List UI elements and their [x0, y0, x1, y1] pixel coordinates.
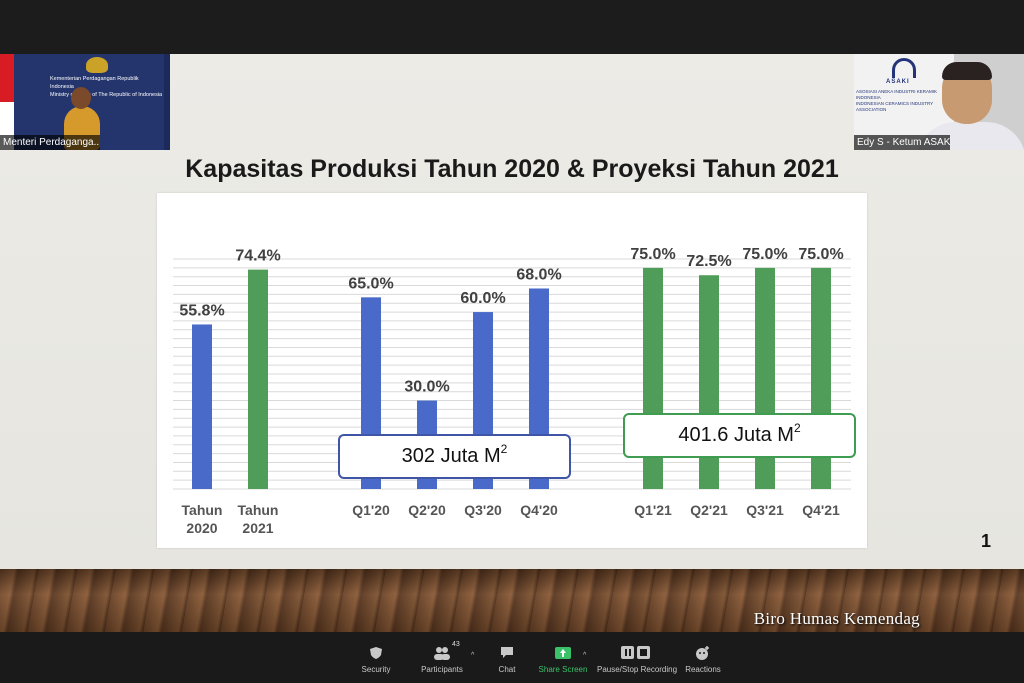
garuda-emblem-icon — [86, 57, 108, 73]
top-bar — [0, 0, 1024, 54]
data-label: 72.5% — [686, 253, 731, 270]
callout-2020-sup: 2 — [500, 441, 508, 456]
slide-number: 1 — [981, 531, 992, 551]
callout-2021-text: 401.6 Juta M — [678, 424, 794, 446]
chat-icon — [501, 647, 513, 658]
asaki-sub-line-1: ASOSIASI ANEKA INDUSTRI KERAMIK INDONESI… — [856, 89, 938, 100]
asaki-logo-icon — [892, 58, 916, 78]
security-button[interactable]: Security — [358, 646, 394, 674]
asaki-sub-line-2: INDONESIAN CERAMICS INDUSTRY ASSOCIATION — [856, 101, 934, 112]
category-label: Q3'21 — [746, 502, 784, 518]
participants-label: Participants — [421, 665, 463, 674]
asaki-logo-text: ASAKI — [886, 79, 910, 85]
data-label: 74.4% — [235, 248, 280, 265]
category-label: Tahun — [182, 502, 223, 518]
bar — [192, 324, 212, 489]
share-screen-label: Share Screen — [538, 665, 588, 674]
participants-button[interactable]: 43 Participants — [418, 641, 466, 674]
callout-2020-text: 302 Juta M — [401, 445, 501, 467]
share-caret-icon[interactable]: ^ — [583, 652, 586, 659]
data-label: 75.0% — [742, 246, 787, 263]
category-label: Q4'20 — [520, 502, 558, 518]
callout-2021-total: 401.6 Juta M2 — [623, 413, 856, 458]
banner-line-2: Ministry of Trade of The Republic of Ind… — [50, 92, 163, 98]
reactions-label: Reactions — [685, 665, 721, 674]
pause-stop-icon — [621, 646, 650, 659]
category-label: 2020 — [186, 520, 217, 536]
zoom-window: Biro Humas Kemendag Kapasitas Produksi T… — [0, 0, 1024, 683]
bar — [248, 269, 268, 489]
bar-chart: 55.8% Tahun 2020 74.4% Tahun 2021 65.0% Q1'20 30… — [173, 246, 851, 536]
category-label: Q2'21 — [690, 502, 728, 518]
participant-name-label: Edy S - Ketum ASAK... — [854, 135, 950, 150]
chart-panel: 55.8% Tahun 2020 74.4% Tahun 2021 65.0% Q1'20 30… — [157, 193, 867, 548]
participant-name-label: Menteri Perdaganga... — [0, 135, 100, 150]
category-label: Q3'20 — [464, 502, 502, 518]
callout-2020-total: 302 Juta M2 — [338, 434, 571, 479]
data-label: 55.8% — [179, 302, 224, 319]
category-label: Q1'21 — [634, 502, 672, 518]
meeting-toolbar: Security 43 Participants ^ Chat Share Sc… — [0, 632, 1024, 683]
category-label: 2021 — [242, 520, 273, 536]
record-button[interactable]: Pause/Stop Recording — [597, 646, 678, 674]
data-label: 68.0% — [516, 266, 561, 283]
chat-button[interactable]: Chat — [494, 646, 520, 674]
record-label: Pause/Stop Recording — [597, 665, 678, 674]
reactions-button[interactable]: Reactions — [684, 646, 722, 674]
emoji-plus-icon — [696, 646, 709, 660]
banner-line-1: Kementerian Perdagangan Republik Indones… — [50, 76, 139, 90]
data-label: 30.0% — [404, 379, 449, 396]
data-label: 65.0% — [348, 275, 393, 292]
participants-count: 43 — [452, 641, 460, 648]
share-screen-icon — [555, 647, 571, 659]
participants-icon — [434, 647, 450, 660]
share-screen-button[interactable]: Share Screen — [538, 646, 588, 674]
category-label: Q1'20 — [352, 502, 390, 518]
data-label: 60.0% — [460, 290, 505, 307]
speaker-hair — [942, 62, 992, 80]
data-label: 75.0% — [798, 246, 843, 263]
data-label: 75.0% — [630, 246, 675, 263]
shield-icon — [370, 647, 382, 659]
video-tile-asaki[interactable]: ASAKI ASOSIASI ANEKA INDUSTRI KERAMIK IN… — [854, 54, 1024, 150]
category-label: Tahun — [238, 502, 279, 518]
participants-caret-icon[interactable]: ^ — [471, 652, 474, 659]
security-label: Security — [361, 665, 391, 674]
slide-title: Kapasitas Produksi Tahun 2020 & Proyeksi… — [185, 155, 839, 183]
speaker-head — [71, 87, 91, 109]
watermark: Biro Humas Kemendag — [753, 609, 920, 628]
chat-label: Chat — [498, 665, 516, 674]
category-label: Q4'21 — [802, 502, 840, 518]
callout-2021-sup: 2 — [793, 420, 801, 435]
category-label: Q2'20 — [408, 502, 446, 518]
video-tile-minister[interactable]: Kementerian Perdagangan Republik Indones… — [0, 54, 170, 150]
